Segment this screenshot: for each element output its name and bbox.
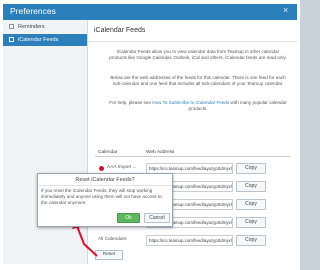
ok-button[interactable]: Ok (117, 213, 140, 223)
confirm-title: Reset iCalendar Feeds? (75, 177, 135, 183)
arrow-annotation-icon (72, 220, 98, 257)
confirm-message: If you reset the iCalendar Feeds, they w… (41, 188, 162, 205)
cancel-button[interactable]: Cancel (144, 213, 170, 223)
reset-confirm-dialog: Reset iCalendar Feeds? If you reset the … (37, 173, 173, 227)
confirm-divider (38, 185, 172, 186)
